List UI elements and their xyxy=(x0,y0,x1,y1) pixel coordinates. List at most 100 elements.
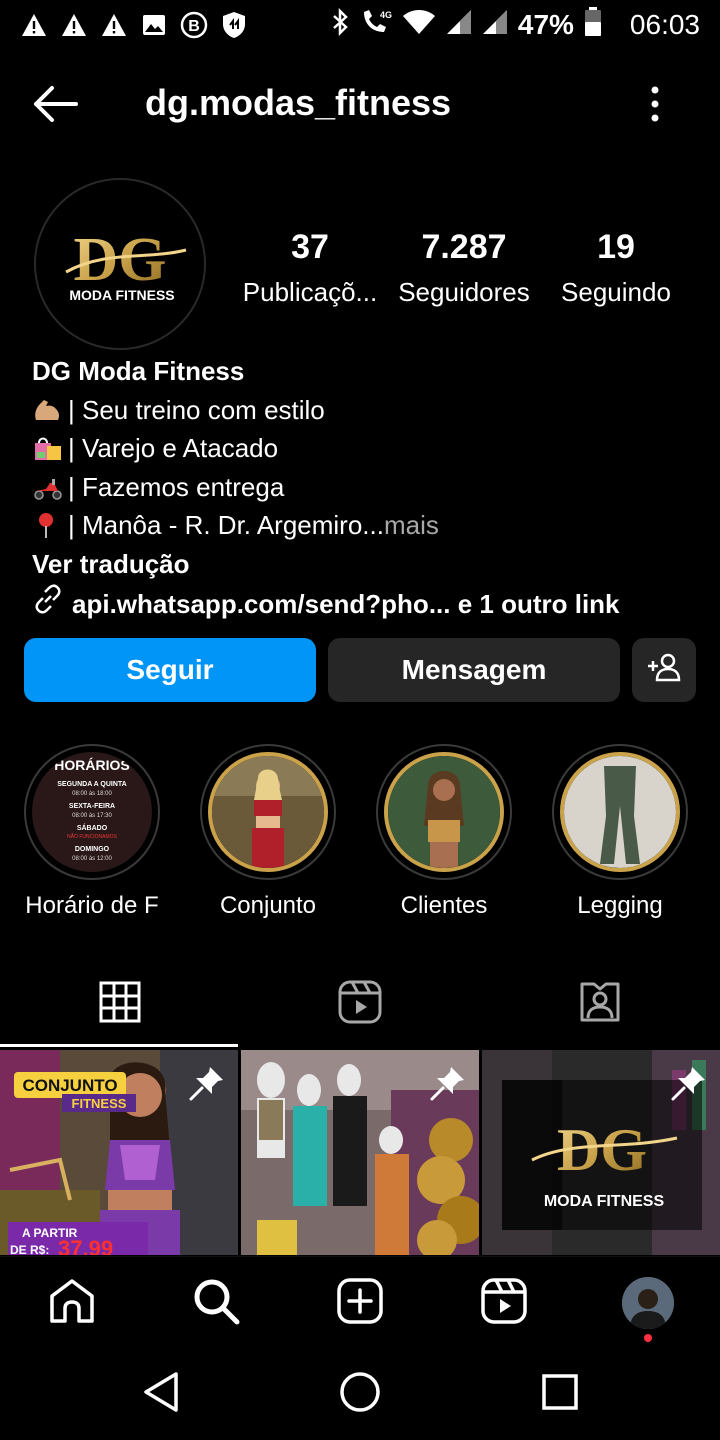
shopping-bags-icon xyxy=(32,434,64,462)
stat-following[interactable]: 19 Seguindo xyxy=(536,228,696,308)
battery-icon xyxy=(584,6,602,44)
phone-4g-icon: 4G xyxy=(360,8,392,43)
post-thumbnail[interactable]: CONJUNTO FITNESS A PARTIR DE R$: 37,99 xyxy=(0,1050,238,1255)
nav-search[interactable] xyxy=(190,1277,242,1329)
posts-grid: CONJUNTO FITNESS A PARTIR DE R$: 37,99 D… xyxy=(0,1050,720,1255)
highlight-legging[interactable]: Legging xyxy=(552,744,688,920)
bio-line: | Varejo e Atacado xyxy=(32,429,692,468)
warning-icon xyxy=(20,11,48,39)
highlight-conjunto[interactable]: Conjunto xyxy=(200,744,336,920)
tab-tagged[interactable] xyxy=(480,960,720,1048)
post-overlay-title: CONJUNTO xyxy=(22,1076,117,1095)
pin-icon xyxy=(429,1064,467,1102)
post-thumbnail[interactable] xyxy=(241,1050,479,1255)
image-icon xyxy=(140,11,168,39)
warning-icon xyxy=(60,11,88,39)
highlight-label: Horário de F xyxy=(25,892,159,919)
post-thumbnail[interactable]: DG MODA FITNESS xyxy=(482,1050,720,1255)
location-pin-icon xyxy=(32,511,64,539)
see-translation-link[interactable]: Ver tradução xyxy=(32,545,692,584)
svg-text:HORÁRIOS: HORÁRIOS xyxy=(54,757,129,773)
notification-dot xyxy=(644,1334,652,1342)
stat-posts[interactable]: 37 Publicaçõ... xyxy=(230,228,390,308)
avatar-logo-letters: DG xyxy=(74,226,167,294)
follow-button[interactable]: Seguir xyxy=(24,638,316,702)
svg-text:SÁBADO: SÁBADO xyxy=(77,823,108,832)
grid-icon xyxy=(99,981,141,1028)
add-post-icon xyxy=(337,1277,383,1329)
highlight-clientes[interactable]: Clientes xyxy=(376,744,512,920)
svg-text:DOMINGO: DOMINGO xyxy=(75,846,110,853)
home-circle-icon[interactable] xyxy=(338,1370,382,1414)
more-options-icon[interactable] xyxy=(640,82,670,126)
signal-icon xyxy=(482,9,508,42)
highlight-label: Clientes xyxy=(400,892,488,919)
active-tab-indicator xyxy=(0,1044,238,1047)
highlight-cover: HORÁRIOS SEGUNDA A QUINTA 08:00 às 18:00… xyxy=(32,752,152,872)
reels-icon xyxy=(481,1277,527,1329)
highlight-horario[interactable]: HORÁRIOS SEGUNDA A QUINTA 08:00 às 18:00… xyxy=(24,744,160,920)
tagged-person-icon xyxy=(578,980,622,1029)
search-icon xyxy=(192,1277,240,1330)
profile-website-link[interactable]: api.whatsapp.com/send?pho... e 1 outro l… xyxy=(32,583,692,626)
stat-followers[interactable]: 7.287 Seguidores xyxy=(384,228,544,308)
battery-percent: 47% xyxy=(517,9,574,40)
flexed-biceps-icon xyxy=(32,396,64,424)
highlight-cover xyxy=(560,752,680,872)
back-icon[interactable] xyxy=(140,1370,184,1414)
motor-scooter-icon xyxy=(32,473,64,501)
tab-posts-grid[interactable] xyxy=(0,960,240,1048)
bio-line: | Manôa - R. Dr. Argemiro... mais xyxy=(32,506,692,545)
nav-profile[interactable] xyxy=(622,1277,674,1329)
highlight-cover xyxy=(384,752,504,872)
svg-text:4G: 4G xyxy=(380,10,392,20)
nav-reels[interactable] xyxy=(478,1277,530,1329)
profile-header: dg.modas_fitness xyxy=(0,64,720,144)
shield-icon xyxy=(220,11,248,39)
signal-icon xyxy=(446,9,472,42)
stat-followers-value: 7.287 xyxy=(421,228,507,266)
post-overlay-subtitle: FITNESS xyxy=(72,1096,127,1111)
stat-followers-label: Seguidores xyxy=(398,277,530,307)
highlight-cover xyxy=(208,752,328,872)
stat-following-label: Seguindo xyxy=(561,277,671,307)
profile-username: dg.modas_fitness xyxy=(145,82,452,123)
status-bar: B 4G 47% 06:03 xyxy=(0,0,720,50)
pin-icon xyxy=(188,1064,226,1102)
nav-home[interactable] xyxy=(46,1277,98,1329)
bio-line: | Fazemos entrega xyxy=(32,468,692,507)
profile-stats: 37 Publicaçõ... 7.287 Seguidores 19 Segu… xyxy=(230,228,700,318)
profile-display-name: DG Moda Fitness xyxy=(32,356,245,386)
profile-tabs xyxy=(0,960,720,1048)
highlight-label: Legging xyxy=(577,892,663,919)
clock: 06:03 xyxy=(629,9,700,40)
post-price-label: DE R$: xyxy=(10,1243,49,1255)
wifi-icon xyxy=(402,9,436,42)
profile-avatar[interactable]: DG MODA FITNESS xyxy=(34,178,206,350)
stat-posts-label: Publicaçõ... xyxy=(242,277,378,307)
avatar xyxy=(622,1277,674,1329)
stat-posts-value: 37 xyxy=(291,228,329,266)
post-logo-subtitle: MODA FITNESS xyxy=(544,1193,665,1210)
highlight-label: Conjunto xyxy=(219,892,317,919)
bottom-navigation xyxy=(0,1256,720,1346)
add-person-icon xyxy=(646,652,682,689)
bio-line: | Seu treino com estilo xyxy=(32,391,692,430)
tab-reels[interactable] xyxy=(240,960,480,1048)
avatar-logo-subtitle: MODA FITNESS xyxy=(69,287,174,303)
back-arrow-icon[interactable] xyxy=(30,84,80,124)
nav-create[interactable] xyxy=(334,1277,386,1329)
pin-icon xyxy=(670,1064,708,1102)
link-icon xyxy=(32,583,64,626)
svg-text:B: B xyxy=(188,18,200,35)
bio-more-link[interactable]: mais xyxy=(384,506,439,545)
svg-text:SEGUNDA A QUINTA: SEGUNDA A QUINTA xyxy=(57,781,126,788)
home-icon xyxy=(48,1278,96,1329)
svg-text:08:00 às 18:00: 08:00 às 18:00 xyxy=(72,791,112,797)
suggested-users-button[interactable] xyxy=(632,638,696,702)
b-icon: B xyxy=(180,11,208,39)
recents-icon[interactable] xyxy=(538,1370,582,1414)
svg-text:08:00 às 12:00: 08:00 às 12:00 xyxy=(72,856,112,862)
message-button[interactable]: Mensagem xyxy=(328,638,620,702)
svg-text:SEXTA-FEIRA: SEXTA-FEIRA xyxy=(69,803,115,810)
